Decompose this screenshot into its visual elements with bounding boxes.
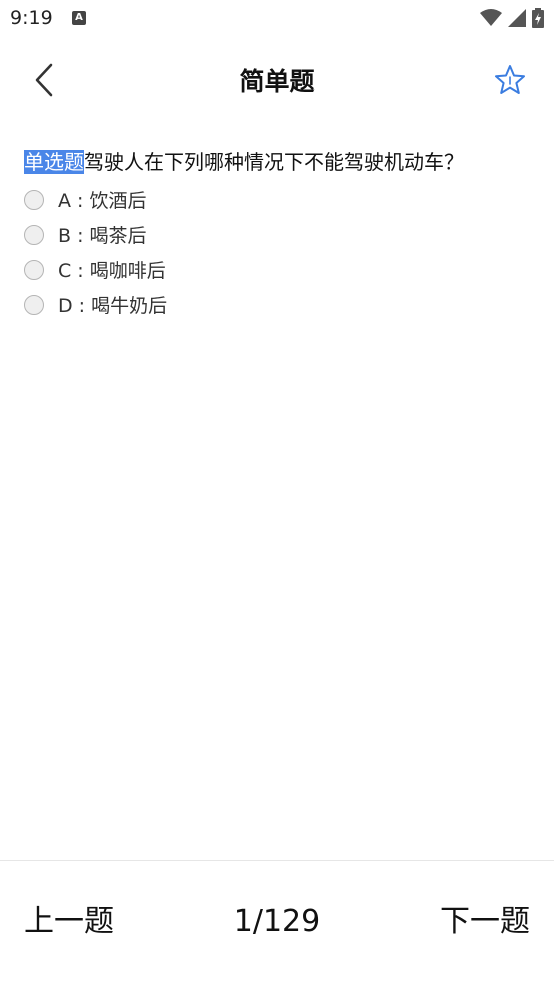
footer-divider	[0, 860, 554, 861]
next-question-button[interactable]: 下一题	[440, 900, 530, 944]
option-label: D : 喝牛奶后	[58, 295, 168, 317]
option-d[interactable]: D : 喝牛奶后	[24, 287, 530, 322]
status-time: 9:19	[10, 7, 53, 29]
exam-screen: 9:19 A 简单题 单选题驾驶人在下列哪种情况下不能驾驶机动车？ A: 饮酒…	[0, 0, 554, 984]
question-text: 单选题驾驶人在下列哪种情况下不能驾驶机动车？	[24, 148, 530, 176]
option-b[interactable]: B : 喝茶后	[24, 217, 530, 252]
radio-button[interactable]	[24, 259, 44, 280]
battery-icon	[532, 8, 544, 28]
notification-icon: A	[72, 11, 86, 25]
option-label: B : 喝茶后	[58, 225, 147, 247]
star-icon	[495, 65, 525, 94]
option-c[interactable]: C : 喝咖啡后	[24, 252, 530, 287]
header: 简单题	[0, 38, 554, 122]
radio-button[interactable]	[24, 294, 44, 315]
status-icons	[480, 8, 544, 28]
page-title: 简单题	[239, 67, 315, 96]
option-label: A : 饮酒后	[58, 190, 147, 212]
question-type-badge: 单选题	[24, 150, 84, 174]
radio-button[interactable]	[24, 224, 44, 245]
option-a[interactable]: A : 饮酒后	[24, 182, 530, 217]
favorite-button[interactable]	[490, 60, 530, 100]
wifi-icon	[480, 9, 502, 26]
question-stem: 驾驶人在下列哪种情况下不能驾驶机动车？	[84, 150, 464, 174]
signal-icon	[508, 9, 526, 27]
radio-button[interactable]	[24, 189, 44, 210]
options-list: A : 饮酒后 B : 喝茶后 C : 喝咖啡后 D : 喝牛奶后	[24, 182, 530, 322]
option-label: C : 喝咖啡后	[58, 260, 166, 282]
status-bar: 9:19 A	[0, 0, 554, 38]
